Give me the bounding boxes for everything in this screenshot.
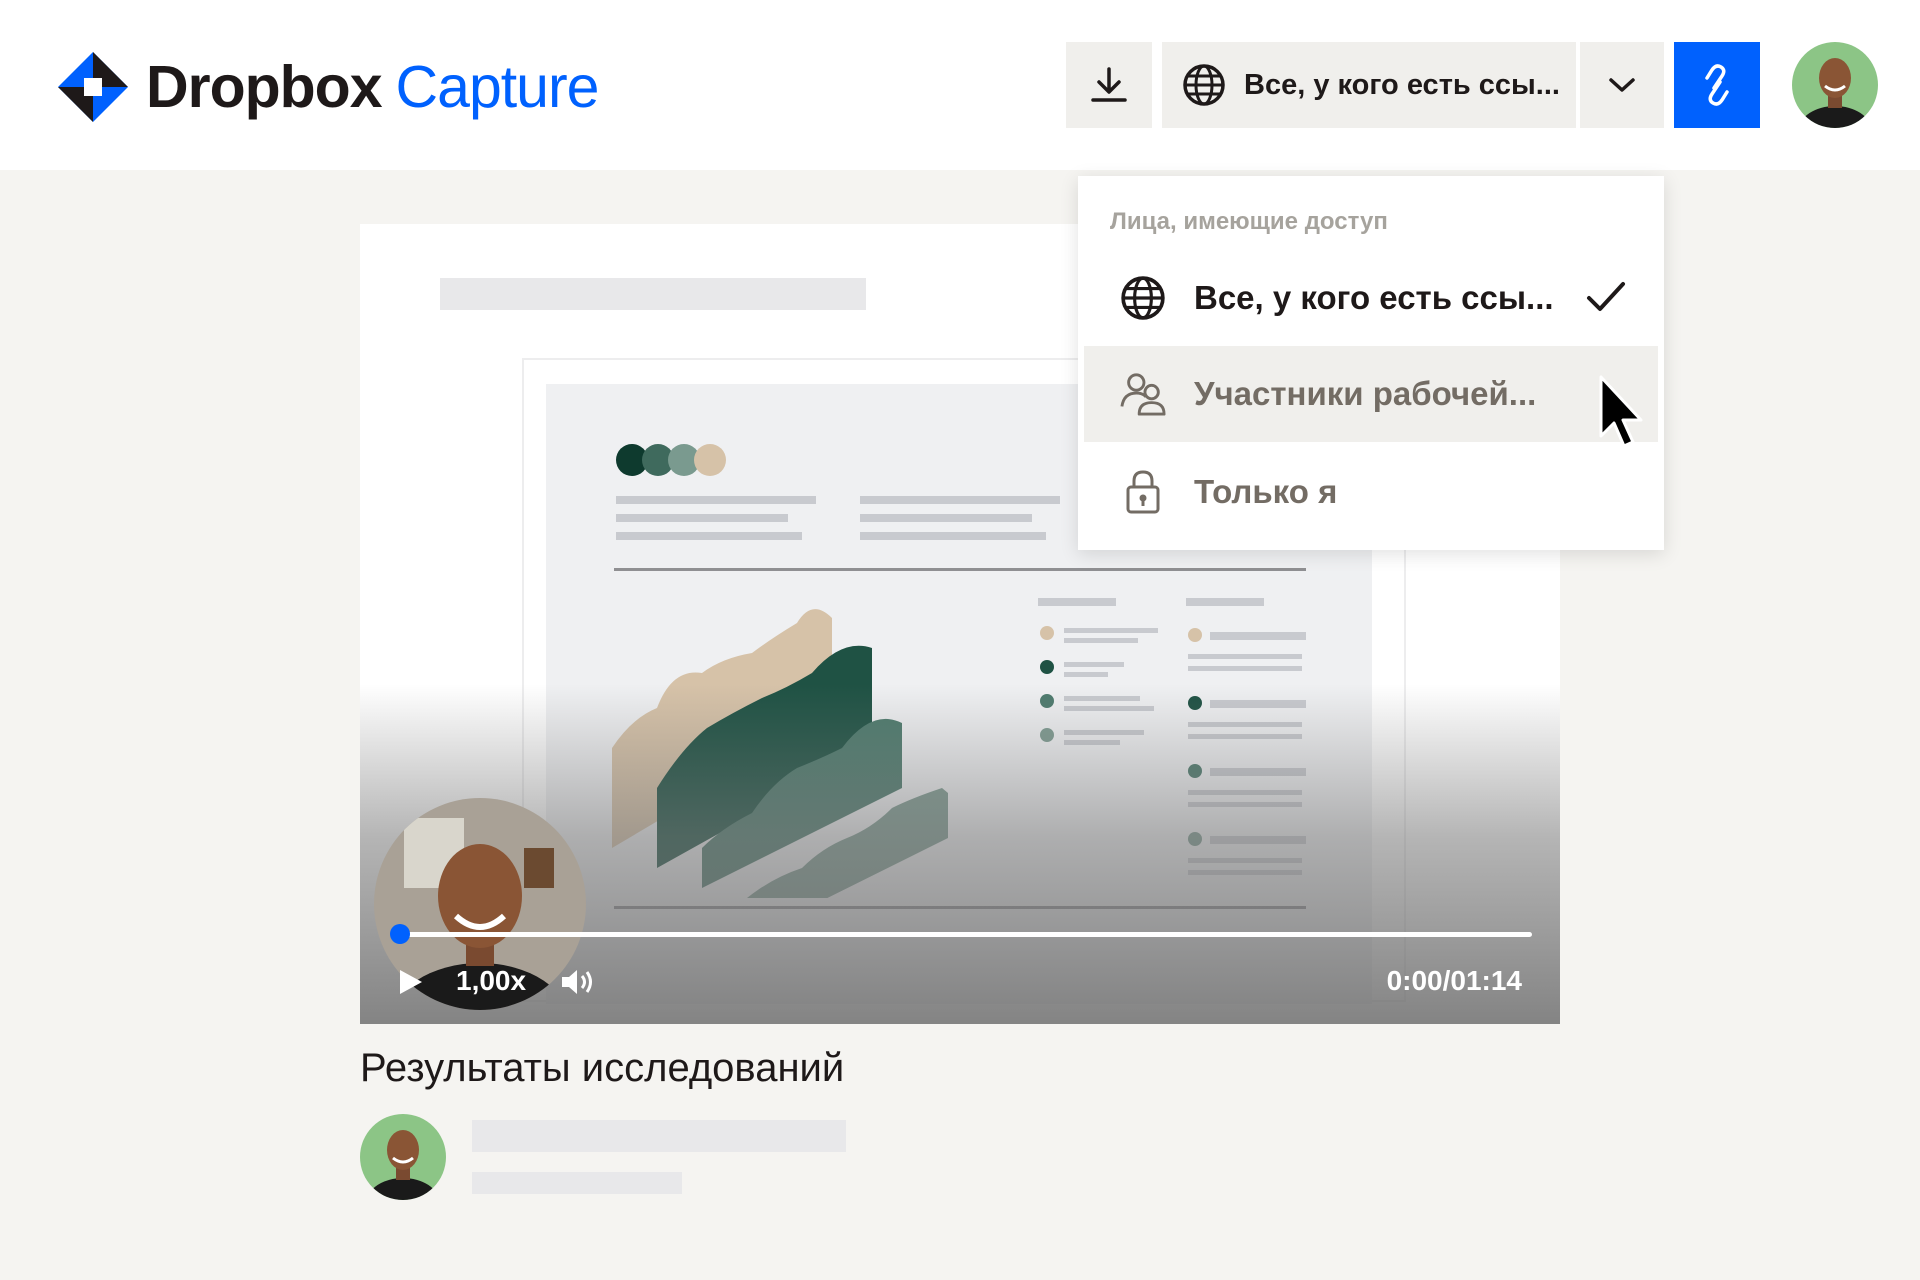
legend-text [1064, 628, 1158, 633]
menu-item-team-members[interactable]: Участники рабочей... [1084, 346, 1658, 442]
legend-dot [1040, 660, 1054, 674]
legend-dot [1040, 626, 1054, 640]
video-title: Результаты исследований [360, 1046, 845, 1090]
user-avatar[interactable] [1792, 42, 1878, 128]
text-line [616, 532, 802, 540]
playback-time: 0:00/01:14 [1386, 965, 1522, 996]
share-scope-button[interactable]: Все, у кого есть ссы... [1162, 42, 1576, 128]
meta-placeholder [472, 1172, 682, 1194]
column-line [1188, 666, 1302, 671]
legend-heading [1038, 598, 1116, 606]
lock-icon [1120, 469, 1166, 515]
brand-primary: Dropbox [146, 54, 383, 120]
progress-handle[interactable] [390, 924, 410, 944]
legend-text [1064, 662, 1124, 667]
column-line [1210, 632, 1306, 640]
checkmark-icon [1587, 282, 1625, 311]
divider [614, 568, 1306, 571]
download-icon [1091, 67, 1127, 102]
menu-item-only-me[interactable]: Только я [1078, 444, 1664, 540]
text-line [860, 514, 1032, 522]
dropbox-capture-logo[interactable]: Dropbox Capture [58, 52, 600, 122]
download-button[interactable] [1066, 42, 1152, 128]
brand-name: Dropbox Capture [146, 52, 600, 122]
share-scope-dropdown-toggle[interactable] [1580, 42, 1664, 128]
owner-avatar[interactable] [360, 1114, 446, 1200]
share-scope-label: Все, у кого есть ссы... [1244, 68, 1560, 101]
app-header: Dropbox Capture Все, у кого есть ссы... [0, 0, 1920, 170]
doc-title-placeholder [440, 278, 866, 310]
avatar-image [360, 1114, 446, 1200]
chevron-down-icon [1609, 78, 1635, 92]
owner-name-placeholder [472, 1120, 846, 1152]
brand-secondary: Capture [395, 54, 600, 120]
mouse-cursor-icon [1599, 375, 1643, 448]
playback-speed-button[interactable]: 1,00x [456, 964, 526, 998]
menu-item-anyone-with-link[interactable]: Все, у кого есть ссы... [1078, 250, 1664, 346]
text-line [860, 496, 1060, 504]
swatch-tan [694, 444, 726, 476]
text-line [860, 532, 1046, 540]
text-line [616, 514, 788, 522]
text-line [616, 496, 816, 504]
menu-item-label: Участники рабочей... [1194, 375, 1537, 412]
play-icon[interactable] [396, 968, 424, 996]
copy-link-button[interactable] [1674, 42, 1760, 128]
menu-item-label: Все, у кого есть ссы... [1194, 279, 1554, 316]
column-heading [1186, 598, 1264, 606]
column-line [1188, 654, 1302, 659]
avatar-image [1792, 42, 1878, 128]
globe-icon [1120, 275, 1166, 321]
menu-item-label: Только я [1194, 473, 1338, 510]
legend-dot [1188, 628, 1202, 642]
share-scope-menu: Лица, имеющие доступ Все, у кого есть сс… [1078, 176, 1664, 550]
people-icon [1120, 371, 1166, 417]
dropbox-logo-icon [58, 52, 128, 122]
legend-text [1064, 638, 1138, 643]
link-icon [1705, 64, 1729, 106]
progress-bar[interactable] [398, 932, 1532, 937]
legend-text [1064, 672, 1108, 677]
volume-icon[interactable] [560, 968, 596, 996]
globe-icon [1183, 64, 1225, 106]
menu-header: Лица, имеющие доступ [1110, 208, 1388, 235]
